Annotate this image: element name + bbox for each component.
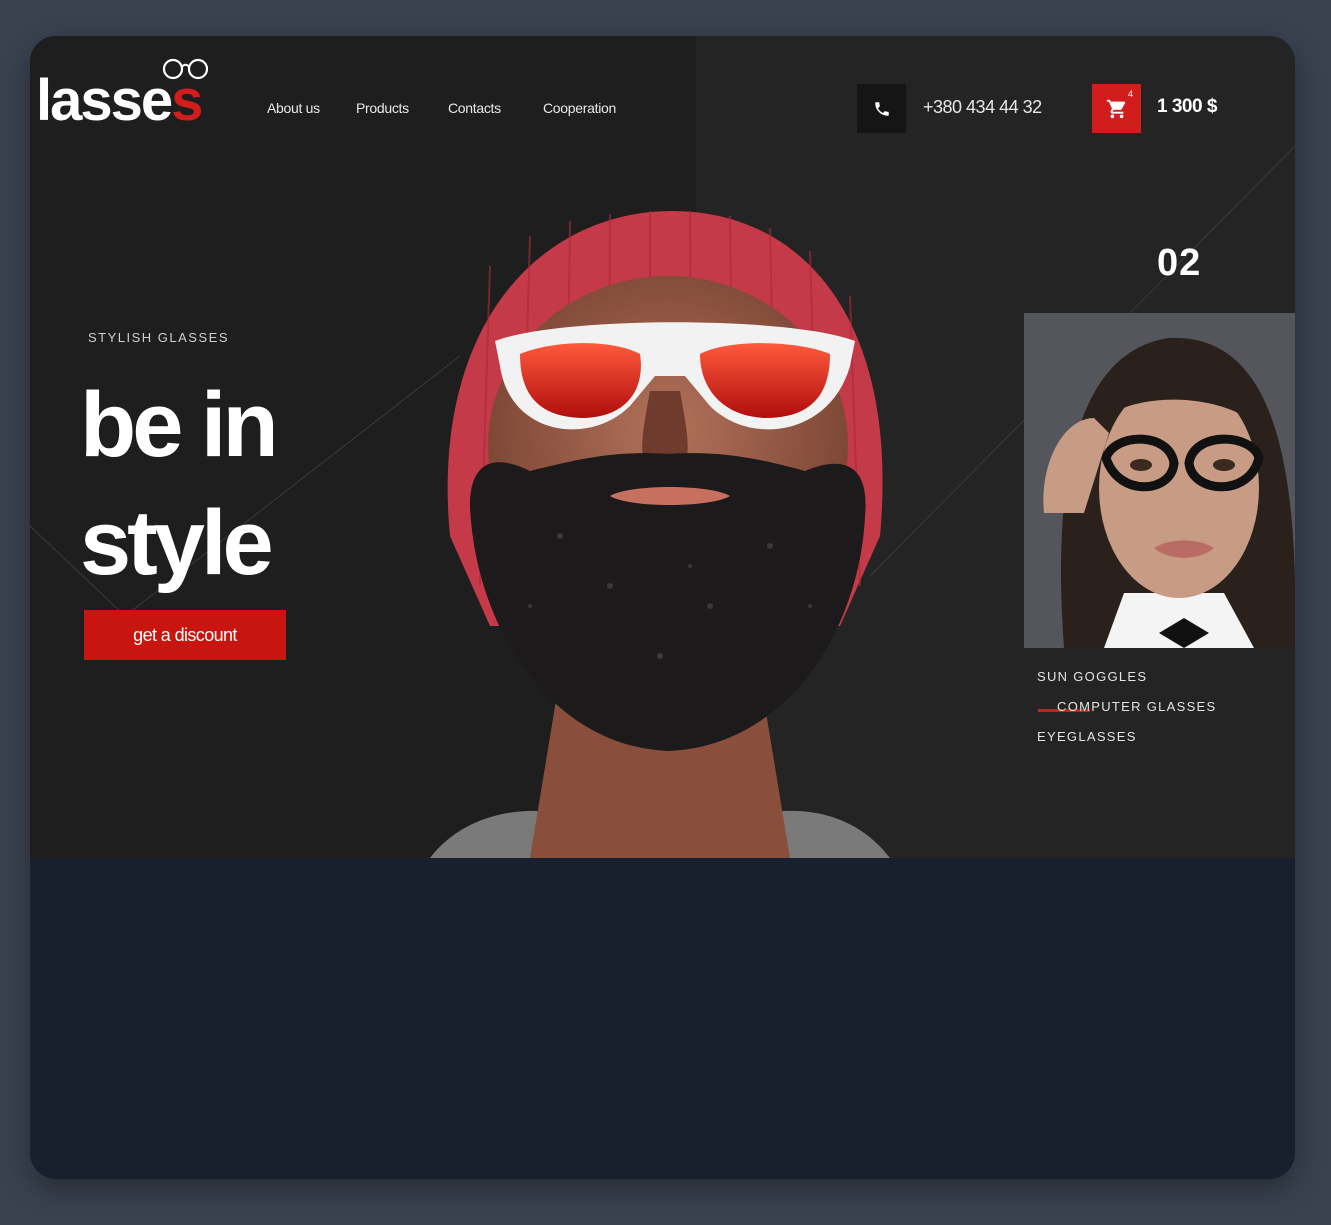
hero-section: lasses About us Products Contacts Cooper… [30, 36, 1295, 858]
get-discount-button[interactable]: get a discount [84, 610, 286, 660]
nav-products[interactable]: Products [356, 100, 409, 116]
category-eyeglasses[interactable]: EYEGLASSES [1037, 729, 1137, 744]
model-woman-image [1024, 313, 1295, 648]
category-computer-glasses[interactable]: COMPUTER GLASSES [1057, 699, 1217, 714]
cart-button[interactable]: 4 [1092, 84, 1141, 133]
cart-total: 1 300 $ [1157, 96, 1217, 117]
hero-eyebrow: STYLISH GLASSES [88, 330, 229, 345]
phone-number[interactable]: +380 434 44 32 [923, 97, 1042, 118]
hero-model-image [430, 210, 890, 858]
nav-contacts[interactable]: Contacts [448, 100, 501, 116]
nav-about-us[interactable]: About us [267, 100, 320, 116]
nav-cooperation[interactable]: Cooperation [543, 100, 616, 116]
browser-frame: lasses About us Products Contacts Cooper… [30, 36, 1295, 1179]
phone-button[interactable] [857, 84, 906, 133]
hero-headline: be in style [80, 366, 400, 602]
category-sun-goggles[interactable]: SUN GOGGLES [1037, 669, 1147, 684]
product-preview-image[interactable] [1024, 313, 1295, 648]
slide-number: 02 [1157, 242, 1202, 284]
headline-line-1: be in [80, 374, 279, 476]
headline-line-2: style [80, 492, 274, 594]
cart-count-badge: 4 [1127, 89, 1133, 99]
logo[interactable]: lasses [36, 56, 236, 136]
phone-icon [874, 101, 889, 116]
logo-text: lasses [36, 68, 203, 133]
cart-icon [1106, 99, 1125, 118]
